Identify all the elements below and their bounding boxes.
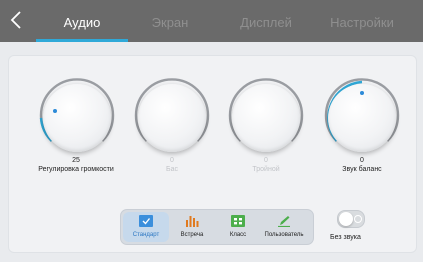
balance-knob[interactable] (322, 78, 402, 158)
meeting-bars-icon (186, 216, 199, 227)
audio-settings-screen: Аудио Экран Дисплей Настройки 25 Регулир… (0, 0, 423, 262)
mode-user-label: Пользователь (264, 232, 304, 238)
bass-knob-face (138, 84, 206, 152)
back-button[interactable] (6, 8, 26, 32)
volume-knob[interactable] (37, 78, 117, 158)
tab-audio[interactable]: Аудио (36, 0, 128, 42)
treble-label: Тройной (252, 166, 280, 173)
class-grid-icon (231, 215, 245, 227)
mode-user-button[interactable]: Пользователь (261, 212, 307, 242)
volume-knob-face (43, 84, 111, 152)
treble-knob-face (232, 84, 300, 152)
mute-toggle-thumb (339, 212, 353, 226)
tab-screen[interactable]: Экран (128, 0, 212, 42)
treble-value: 0 (264, 157, 268, 164)
mode-standard-label: Стандарт (132, 232, 160, 238)
bass-value: 0 (170, 157, 174, 164)
mode-meeting-label: Встреча (180, 232, 204, 238)
mute-label: Без звука (330, 234, 361, 241)
mode-class-button[interactable]: Класс (215, 212, 261, 242)
balance-label: Звук баланс (342, 166, 382, 173)
tab-settings[interactable]: Настройки (312, 0, 412, 42)
treble-knob[interactable] (226, 78, 306, 158)
volume-label: Регулировка громкости (38, 166, 114, 173)
chevron-left-icon (10, 11, 21, 29)
tab-display[interactable]: Дисплей (220, 0, 312, 42)
bass-knob[interactable] (132, 78, 212, 158)
top-bar: Аудио Экран Дисплей Настройки (0, 0, 423, 42)
balance-value: 0 (360, 157, 364, 164)
mode-meeting-button[interactable]: Встреча (169, 212, 215, 242)
user-pencil-icon (278, 216, 290, 227)
mode-standard-button[interactable]: Стандарт (123, 212, 169, 242)
toggle-off-icon (354, 215, 362, 223)
mute-toggle[interactable] (337, 210, 365, 228)
mode-class-label: Класс (229, 232, 247, 238)
volume-value: 25 (72, 157, 80, 164)
volume-knob-indicator (53, 109, 57, 113)
balance-knob-indicator (360, 91, 364, 95)
sound-mode-selector: Стандарт Встреча Класс Пользователь (120, 209, 314, 245)
standard-mode-icon (139, 215, 153, 227)
